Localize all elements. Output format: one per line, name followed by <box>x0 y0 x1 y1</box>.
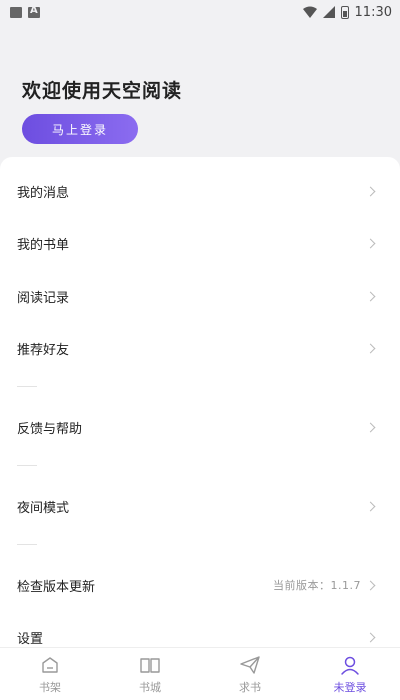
menu-label: 我的消息 <box>17 185 70 201</box>
menu-right: 当前版本：1.1.7 <box>273 577 376 593</box>
nav-label: 求书 <box>239 680 261 694</box>
welcome-title: 欢迎使用天空阅读 <box>22 80 183 102</box>
wifi-icon <box>302 6 317 18</box>
a-icon <box>28 5 40 18</box>
book-open-icon <box>140 657 160 673</box>
menu-label: 阅读记录 <box>17 290 70 306</box>
status-bar: 11:30 <box>0 0 400 24</box>
divider <box>17 544 37 545</box>
chevron-right-icon <box>365 343 376 353</box>
nav-label: 未登录 <box>333 680 367 694</box>
nav-item-profile[interactable]: 未登录 <box>300 654 400 695</box>
nav-item-request[interactable]: 求书 <box>200 654 300 695</box>
menu-item-night-mode[interactable]: 夜间模式 <box>0 480 400 532</box>
menu-card: 我的消息 我的书单 阅读记录 推荐好友 反馈与帮助 夜间模式 检查版本更新 当前… <box>0 157 400 647</box>
current-version: 当前版本：1.1.7 <box>273 579 361 592</box>
login-button[interactable]: 马上登录 <box>22 114 138 144</box>
menu-label: 反馈与帮助 <box>17 421 83 437</box>
battery-icon <box>340 5 349 19</box>
bottom-nav: 书架 书城 求书 未登录 <box>0 647 400 700</box>
chevron-right-icon <box>365 291 376 301</box>
menu-label: 设置 <box>17 631 44 647</box>
chevron-right-icon <box>365 580 376 590</box>
menu-item-settings[interactable]: 设置 <box>0 611 400 647</box>
nav-label: 书架 <box>39 680 61 694</box>
status-time: 11:30 <box>354 4 392 20</box>
menu-item-recommend[interactable]: 推荐好友 <box>0 322 400 374</box>
chevron-right-icon <box>365 238 376 248</box>
status-right: 11:30 <box>302 4 392 20</box>
user-icon <box>341 656 359 675</box>
status-left <box>10 5 40 18</box>
divider <box>17 465 37 466</box>
nav-item-bookshelf[interactable]: 书架 <box>0 654 100 695</box>
profile-header: 欢迎使用天空阅读 马上登录 <box>0 24 400 160</box>
chevron-right-icon <box>365 632 376 642</box>
menu-label: 我的书单 <box>17 237 70 253</box>
cellular-icon <box>322 6 335 18</box>
paper-plane-icon <box>240 655 260 674</box>
bookshelf-icon <box>42 656 58 673</box>
menu-label: 推荐好友 <box>17 342 70 358</box>
chevron-right-icon <box>365 501 376 511</box>
chevron-right-icon <box>365 422 376 432</box>
menu-label: 检查版本更新 <box>17 579 96 595</box>
nav-item-bookstore[interactable]: 书城 <box>100 654 200 695</box>
image-icon <box>10 6 22 18</box>
screen: 11:30 欢迎使用天空阅读 马上登录 我的消息 我的书单 阅读记录 推荐好友 … <box>0 0 400 700</box>
menu-item-feedback[interactable]: 反馈与帮助 <box>0 401 400 453</box>
menu-item-history[interactable]: 阅读记录 <box>0 270 400 322</box>
menu-label: 夜间模式 <box>17 500 70 516</box>
nav-label: 书城 <box>139 680 161 694</box>
menu-item-messages[interactable]: 我的消息 <box>0 165 400 217</box>
menu-item-booklist[interactable]: 我的书单 <box>0 217 400 269</box>
chevron-right-icon <box>365 186 376 196</box>
divider <box>17 386 37 387</box>
menu-item-check-update[interactable]: 检查版本更新 当前版本：1.1.7 <box>0 559 400 611</box>
